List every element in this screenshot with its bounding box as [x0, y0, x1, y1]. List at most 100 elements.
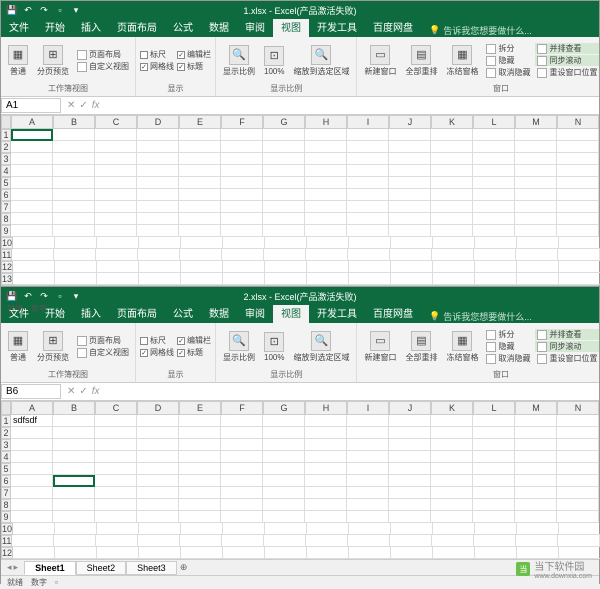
cell[interactable]	[517, 261, 559, 273]
cell[interactable]	[515, 415, 557, 427]
formulabar-checkbox[interactable]: ✓编辑栏	[177, 49, 211, 60]
fx-icon[interactable]: fx	[92, 386, 100, 397]
cell[interactable]	[474, 535, 516, 547]
cell[interactable]	[12, 249, 54, 261]
sheet-prev-icon[interactable]: ◂	[7, 562, 12, 573]
cell[interactable]	[389, 213, 431, 225]
cell[interactable]	[53, 415, 95, 427]
add-sheet-button[interactable]: ⊕	[177, 562, 191, 573]
cell[interactable]	[347, 213, 389, 225]
cell[interactable]	[95, 511, 137, 523]
cell[interactable]	[13, 273, 55, 285]
cell[interactable]	[53, 201, 95, 213]
cell[interactable]	[11, 487, 53, 499]
cell[interactable]	[431, 141, 473, 153]
redo-icon[interactable]: ↷	[39, 5, 49, 15]
cell[interactable]	[389, 451, 431, 463]
freeze-button[interactable]: ▦冻结窗格	[443, 330, 481, 364]
cell[interactable]	[305, 439, 347, 451]
cell[interactable]	[347, 129, 389, 141]
row-header[interactable]: 8	[1, 499, 11, 511]
cell[interactable]	[347, 201, 389, 213]
cell[interactable]	[515, 439, 557, 451]
cell[interactable]	[391, 523, 433, 535]
cell[interactable]	[53, 487, 95, 499]
cell[interactable]	[431, 427, 473, 439]
cell[interactable]	[557, 511, 599, 523]
cell[interactable]	[137, 451, 179, 463]
cell[interactable]	[263, 201, 305, 213]
formulabar-checkbox[interactable]: ✓编辑栏	[177, 335, 211, 346]
cell[interactable]	[96, 249, 138, 261]
cell[interactable]	[347, 225, 389, 237]
cell[interactable]	[433, 547, 475, 559]
cell[interactable]	[557, 415, 599, 427]
cell[interactable]	[11, 463, 53, 475]
row-header[interactable]: 13	[1, 273, 13, 285]
cell[interactable]	[263, 475, 305, 487]
cell[interactable]	[139, 237, 181, 249]
cell[interactable]	[515, 165, 557, 177]
cell[interactable]	[11, 511, 53, 523]
cell[interactable]	[265, 523, 307, 535]
tab-home[interactable]: 开始	[37, 16, 73, 37]
cell[interactable]	[515, 511, 557, 523]
sheet-tab-3[interactable]: Sheet3	[126, 561, 177, 575]
cell[interactable]	[179, 475, 221, 487]
cell[interactable]	[389, 439, 431, 451]
cell[interactable]	[349, 547, 391, 559]
cell[interactable]	[389, 165, 431, 177]
resetpos-button[interactable]: 重设窗口位置	[535, 353, 599, 364]
cell[interactable]	[515, 475, 557, 487]
pagelayout-button[interactable]: 页面布局	[75, 335, 131, 346]
cell[interactable]	[137, 189, 179, 201]
cell[interactable]	[13, 237, 55, 249]
cell[interactable]	[137, 439, 179, 451]
cell[interactable]	[223, 523, 265, 535]
cell[interactable]	[11, 439, 53, 451]
pagebreak-button[interactable]: ⊞分页预览	[34, 44, 72, 78]
cell[interactable]	[390, 249, 432, 261]
cell[interactable]	[348, 535, 390, 547]
resetpos-button[interactable]: 重设窗口位置	[535, 67, 599, 78]
cell[interactable]	[390, 535, 432, 547]
cell[interactable]	[53, 189, 95, 201]
cell[interactable]	[265, 237, 307, 249]
row-header[interactable]: 1	[1, 415, 11, 427]
cell[interactable]	[515, 225, 557, 237]
pagebreak-button[interactable]: ⊞分页预览	[34, 330, 72, 364]
cell[interactable]	[517, 237, 559, 249]
cell[interactable]	[263, 165, 305, 177]
cell[interactable]	[559, 523, 600, 535]
headings-checkbox[interactable]: ✓标题	[177, 61, 211, 72]
cell[interactable]	[95, 415, 137, 427]
cell[interactable]	[137, 475, 179, 487]
cell[interactable]	[97, 523, 139, 535]
col-header[interactable]: K	[431, 401, 473, 415]
cell[interactable]	[431, 499, 473, 511]
cell[interactable]	[263, 451, 305, 463]
cell[interactable]	[389, 129, 431, 141]
row-header[interactable]: 9	[1, 225, 11, 237]
cell[interactable]	[54, 535, 96, 547]
cell[interactable]	[559, 261, 600, 273]
cell[interactable]	[179, 427, 221, 439]
newwindow-button[interactable]: ▭新建窗口	[361, 44, 399, 78]
cell[interactable]	[95, 201, 137, 213]
cell[interactable]	[221, 487, 263, 499]
cell[interactable]	[53, 177, 95, 189]
cell[interactable]	[389, 511, 431, 523]
hide-button[interactable]: 隐藏	[484, 341, 532, 352]
col-header[interactable]: F	[221, 115, 263, 129]
cell[interactable]	[347, 475, 389, 487]
cell[interactable]	[179, 189, 221, 201]
zoomsel-button[interactable]: 🔍缩放到选定区域	[290, 44, 352, 78]
cell[interactable]	[473, 141, 515, 153]
cell[interactable]	[181, 523, 223, 535]
zoomsel-button[interactable]: 🔍缩放到选定区域	[290, 330, 352, 364]
cell[interactable]	[264, 535, 306, 547]
cell[interactable]	[95, 141, 137, 153]
row-header[interactable]: 8	[1, 213, 11, 225]
cell[interactable]	[137, 511, 179, 523]
zoom-button[interactable]: 🔍显示比例	[220, 330, 258, 364]
